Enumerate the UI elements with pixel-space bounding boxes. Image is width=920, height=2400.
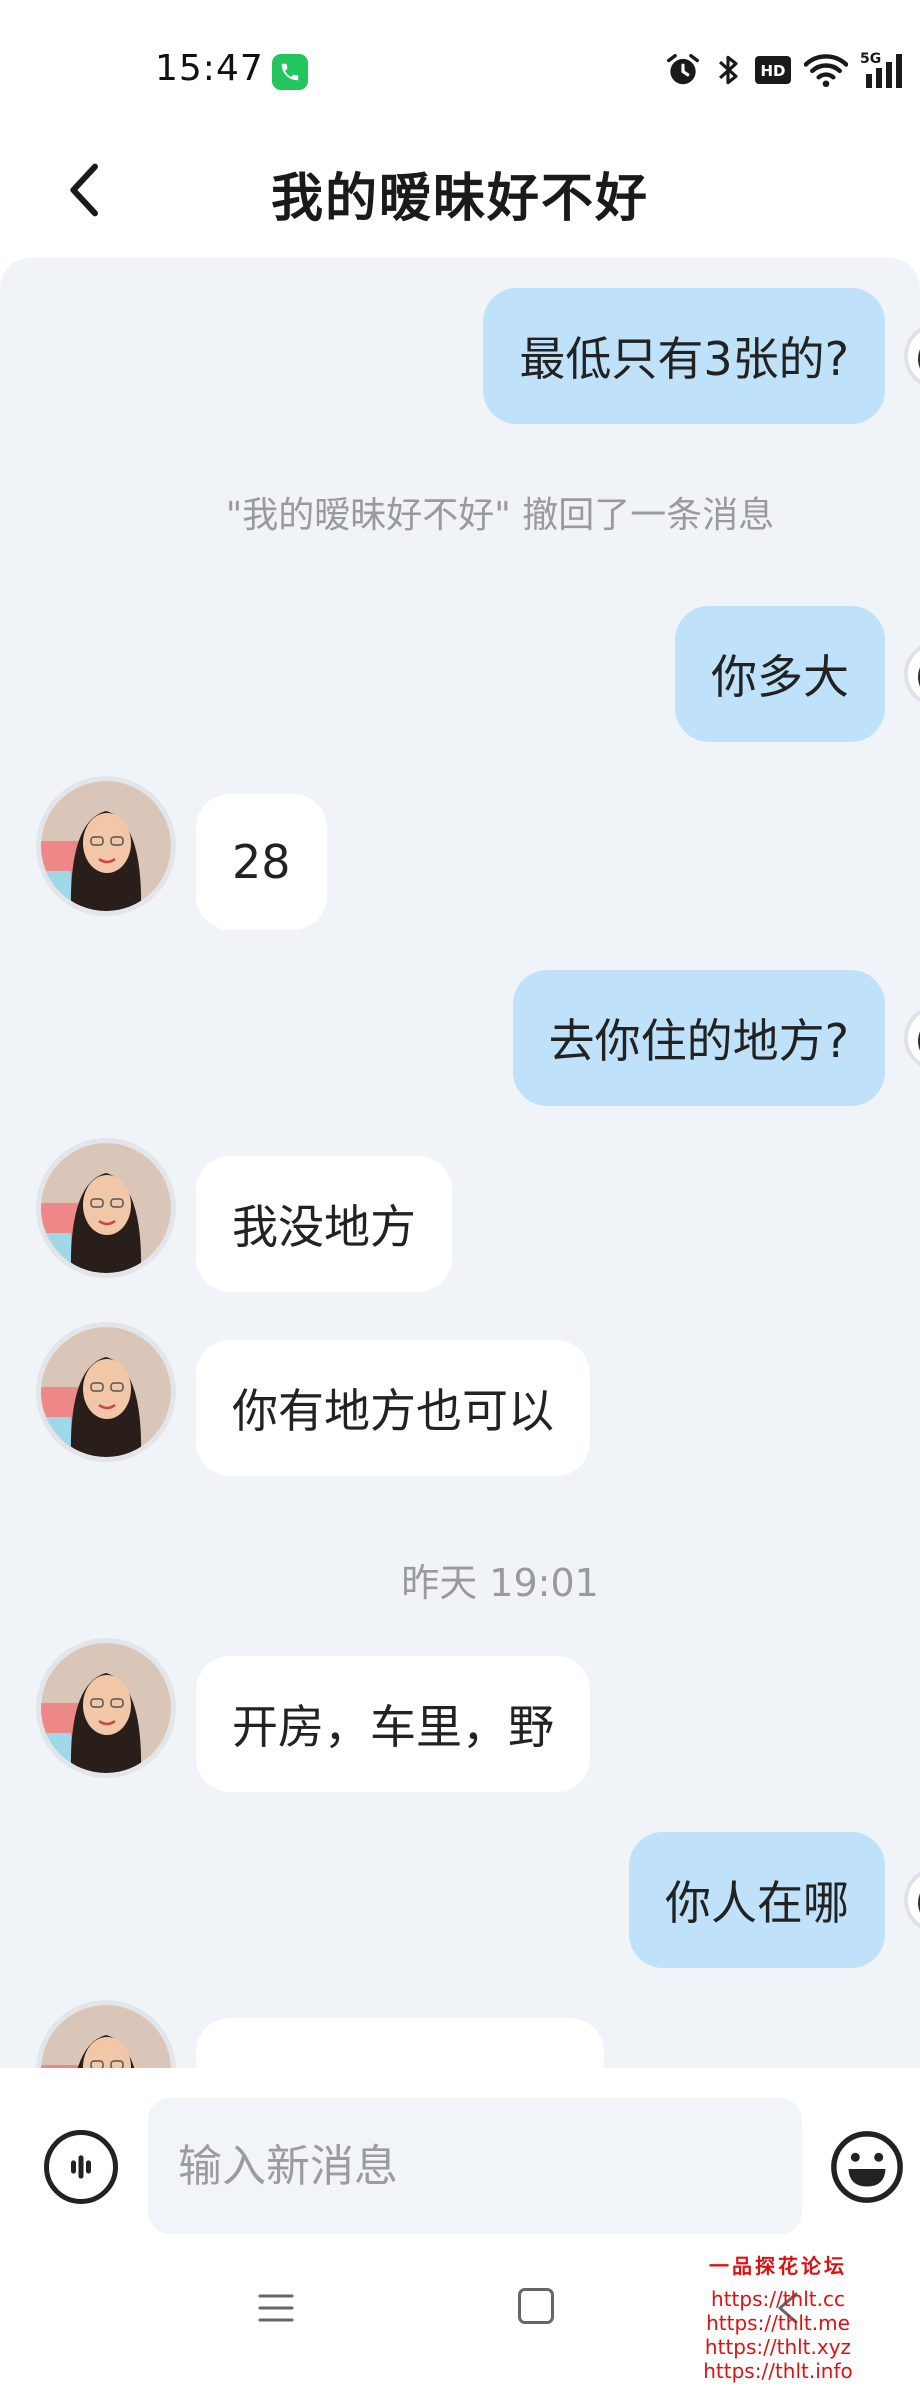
contact-avatar[interactable] — [36, 1138, 176, 1278]
incoming-message-bubble[interactable]: 28 — [196, 794, 327, 930]
message-text: 你有地方也可以 — [232, 1384, 554, 1438]
message-text: 最低只有3张的? — [519, 332, 849, 386]
outgoing-message-bubble[interactable]: 你人在哪 — [629, 1832, 885, 1968]
incoming-message-bubble[interactable]: 开房，车里，野 — [196, 1656, 590, 1792]
outgoing-message-bubble[interactable]: 最低只有3张的? — [483, 288, 885, 424]
watermark: 一品探花论坛 https://thlt.cc https://thlt.me h… — [690, 2250, 866, 2383]
call-active-icon[interactable] — [272, 54, 308, 90]
voice-wave-icon[interactable] — [44, 2130, 118, 2204]
incoming-message-bubble[interactable] — [196, 2018, 604, 2068]
message-input[interactable] — [148, 2098, 802, 2234]
contact-avatar[interactable] — [36, 1322, 176, 1462]
watermark-link: https://thlt.xyz — [704, 2335, 852, 2359]
watermark-link: https://thlt.me — [706, 2311, 850, 2335]
chat-screen: 15:47 HD 5G 我的暧昧好不好 最低只有3张的? "我的暧昧好不好" 撤… — [0, 0, 920, 2400]
message-list[interactable]: 最低只有3张的? "我的暧昧好不好" 撤回了一条消息 你多大 28 去你住的地方… — [0, 258, 920, 2068]
bluetooth-icon — [714, 51, 742, 89]
message-text: 28 — [232, 835, 291, 889]
message-row-outgoing: 你人在哪 — [0, 1832, 920, 1968]
smile-emoji-icon[interactable] — [828, 2128, 906, 2206]
status-icons: HD 5G — [664, 48, 910, 92]
recall-notice: "我的暧昧好不好" 撤回了一条消息 — [225, 495, 775, 536]
5g-signal-icon: 5G — [860, 50, 910, 90]
alarm-icon — [664, 51, 702, 89]
message-row-incoming: 我没地方 — [0, 1138, 920, 1292]
message-row-incoming — [0, 2000, 920, 2068]
status-time: 15:47 — [155, 48, 264, 89]
watermark-link: https://thlt.info — [703, 2359, 853, 2383]
composer-bar — [0, 2068, 920, 2238]
svg-text:5G: 5G — [860, 51, 881, 67]
message-text: 你人在哪 — [665, 1876, 849, 1930]
message-row-outgoing: 你多大 — [0, 606, 920, 742]
incoming-message-bubble[interactable]: 你有地方也可以 — [196, 1340, 590, 1476]
svg-text:HD: HD — [760, 62, 785, 80]
home-icon[interactable] — [518, 2288, 554, 2324]
my-avatar[interactable] — [904, 641, 920, 707]
message-timestamp: 昨天 19:01 — [401, 1561, 599, 1605]
status-bar: 15:47 HD 5G — [0, 0, 920, 130]
incoming-message-bubble[interactable]: 我没地方 — [196, 1156, 452, 1292]
message-text: 去你住的地方? — [548, 1014, 849, 1068]
page-title: 我的暧昧好不好 — [270, 169, 649, 229]
message-text: 我没地方 — [232, 1200, 416, 1254]
message-row-incoming: 开房，车里，野 — [0, 1638, 920, 1792]
outgoing-message-bubble[interactable]: 你多大 — [675, 606, 885, 742]
hd-icon: HD — [754, 55, 792, 85]
message-text: 你多大 — [711, 650, 849, 704]
menu-icon[interactable] — [256, 2288, 296, 2328]
wifi-icon — [804, 51, 848, 89]
message-text: 开房，车里，野 — [232, 1700, 554, 1754]
contact-avatar[interactable] — [36, 776, 176, 916]
contact-avatar[interactable] — [36, 1638, 176, 1778]
message-row-incoming: 你有地方也可以 — [0, 1322, 920, 1476]
my-avatar[interactable] — [904, 1005, 920, 1071]
chat-header: 我的暧昧好不好 — [0, 130, 920, 260]
outgoing-message-bubble[interactable]: 去你住的地方? — [512, 970, 885, 1106]
watermark-link: https://thlt.cc — [711, 2287, 845, 2311]
my-avatar[interactable] — [904, 323, 920, 389]
message-row-outgoing: 去你住的地方? — [0, 970, 920, 1106]
contact-avatar[interactable] — [36, 2000, 176, 2068]
message-row-outgoing: 最低只有3张的? — [0, 288, 920, 424]
my-avatar[interactable] — [904, 1867, 920, 1933]
message-row-incoming: 28 — [0, 776, 920, 930]
watermark-title: 一品探花论坛 — [709, 2254, 847, 2278]
